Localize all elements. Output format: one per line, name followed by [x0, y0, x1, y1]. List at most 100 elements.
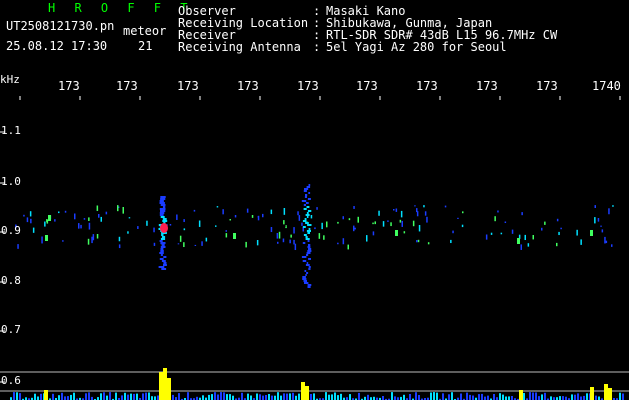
histogram-bar — [262, 395, 264, 400]
histogram-bar — [448, 394, 450, 400]
histogram-bar — [202, 395, 204, 400]
histogram-bar — [172, 394, 174, 400]
echo-dot — [314, 227, 316, 230]
echo-dot — [282, 238, 285, 243]
echo-dot — [276, 233, 279, 239]
histogram-bar — [622, 393, 624, 400]
echo-dot — [283, 220, 285, 225]
histogram-bar — [472, 395, 474, 400]
histogram-bar — [223, 392, 225, 400]
echo-dot — [290, 234, 292, 238]
histogram-bar — [274, 395, 276, 400]
echo-dot — [283, 208, 286, 215]
histogram-bar — [310, 394, 312, 400]
echo-dot — [137, 226, 139, 229]
meteor-echo — [308, 268, 311, 270]
histogram-bar — [538, 396, 540, 400]
echo-dot — [342, 216, 344, 220]
histogram-peak — [608, 388, 612, 400]
echo-dot — [257, 215, 260, 221]
echo-dot — [323, 235, 325, 240]
echo-dot — [390, 222, 392, 227]
echo-histogram — [0, 368, 629, 400]
meteor-echo — [306, 206, 310, 208]
meteor-echo — [160, 248, 164, 250]
echo-dot — [54, 219, 56, 222]
y-tick-label: 0.6 — [1, 374, 21, 387]
meteor-echo — [305, 214, 310, 216]
histogram-bar — [280, 395, 282, 400]
meteor-echo — [301, 256, 307, 258]
echo-dot — [251, 215, 254, 218]
histogram-bar — [298, 393, 300, 400]
echo-dot — [556, 242, 558, 247]
histogram-bar — [562, 396, 564, 400]
echo-dot — [58, 211, 60, 214]
echo-dot — [580, 239, 582, 245]
echo-dot — [46, 219, 48, 223]
meteor-echo — [161, 236, 166, 238]
y-axis-unit: kHz — [0, 73, 20, 86]
x-tick-label: 173 — [116, 79, 138, 93]
echo-dot — [289, 239, 291, 244]
echo-dot — [337, 242, 339, 245]
echo-dot — [100, 216, 102, 222]
meteor-echo — [163, 262, 167, 264]
histogram-bar — [151, 396, 153, 400]
meteor-echo — [305, 236, 308, 238]
meteor-echo — [301, 200, 307, 202]
echo-dot — [403, 231, 406, 234]
histogram-bar — [466, 392, 468, 400]
echo-dot — [462, 211, 464, 214]
echo-dot — [353, 206, 355, 209]
meteor-echo — [160, 242, 166, 244]
histogram-bar — [481, 393, 483, 400]
echo-dot — [452, 230, 454, 234]
echo-dot — [277, 241, 279, 244]
echo-dot — [416, 211, 419, 217]
y-tick-label: 1.1 — [1, 124, 21, 137]
echo-dot — [597, 218, 600, 222]
meteor-echo — [159, 200, 164, 202]
histogram-bar — [586, 393, 588, 400]
histogram-peak — [159, 372, 163, 400]
antenna-label: Receiving Antenna — [178, 40, 301, 54]
observation-datetime: 25.08.12 17:30 — [6, 39, 108, 53]
histogram-bar — [391, 392, 393, 400]
meteor-echo — [162, 220, 168, 222]
meteor-echo — [303, 280, 307, 282]
histogram-bar — [559, 396, 561, 400]
echo-dot — [64, 210, 67, 213]
meteor-echo — [305, 202, 309, 204]
echo-dot — [316, 207, 318, 210]
echo-dot — [23, 214, 25, 217]
y-tick-label: 0.7 — [1, 323, 21, 336]
meteor-echo — [160, 250, 164, 252]
meteor-echo — [308, 258, 311, 260]
echo-dot — [83, 218, 86, 220]
echo-dot — [611, 244, 613, 247]
echo-dot — [511, 229, 514, 234]
meteor-echo — [160, 246, 166, 248]
meteor-echo — [304, 218, 307, 220]
echo-dot — [222, 209, 224, 215]
echo-dot — [401, 220, 403, 227]
meteor-echo — [304, 282, 309, 284]
meteor-echo — [305, 264, 310, 266]
histogram-bar — [157, 395, 159, 400]
meteor-echo — [308, 228, 311, 230]
echo-dot — [128, 217, 131, 219]
echo-dot — [198, 220, 201, 227]
echo-dot — [29, 211, 32, 217]
echo-dot — [183, 242, 185, 248]
histogram-bar — [73, 392, 75, 400]
meteor-echo — [159, 212, 165, 214]
histogram-bar — [331, 394, 333, 400]
echo-dot — [26, 217, 29, 223]
echo-dot — [293, 227, 295, 234]
echo-dot — [193, 209, 196, 212]
histogram-bar — [574, 394, 576, 400]
histogram-bar — [595, 395, 597, 400]
echo-dot — [412, 220, 415, 227]
echo-dot — [88, 222, 91, 230]
